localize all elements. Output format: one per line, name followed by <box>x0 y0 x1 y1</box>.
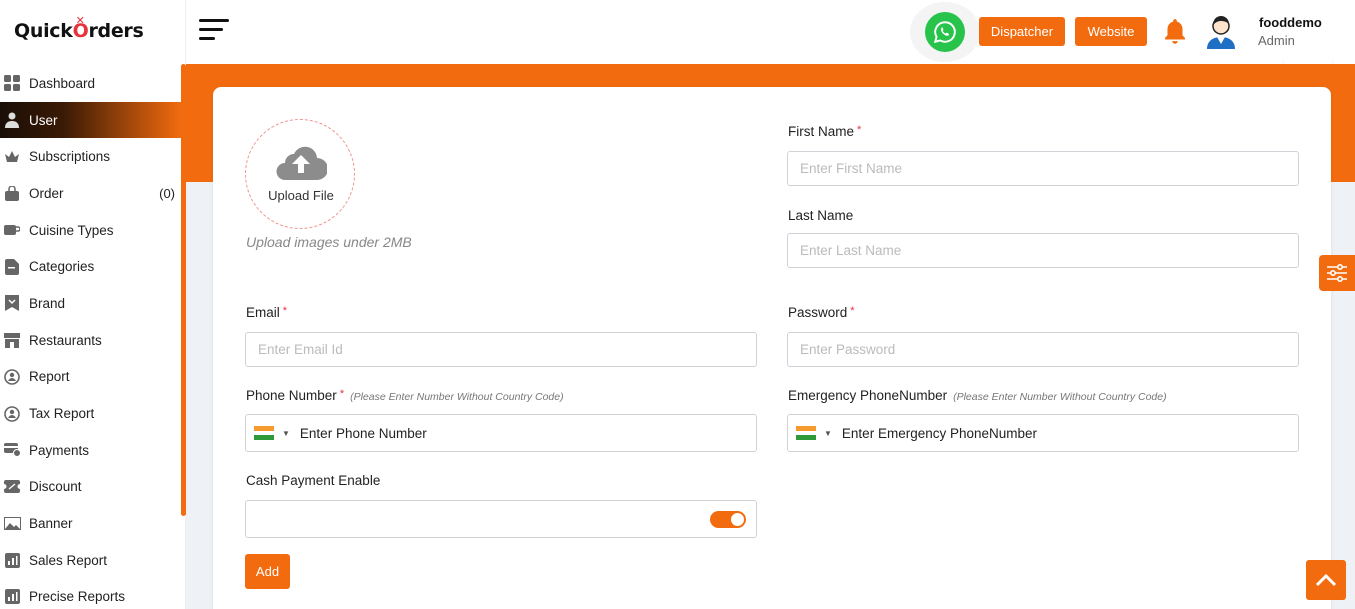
first-name-input[interactable]: Enter First Name <box>787 151 1299 186</box>
emergency-phone-input[interactable]: ▼ Enter Emergency PhoneNumber <box>787 414 1299 452</box>
sidebar-item-precise-reports[interactable]: Precise Reports <box>0 579 181 609</box>
sidebar-item-dashboard[interactable]: Dashboard <box>0 65 181 102</box>
phone-label: Phone Number * (Please Enter Number Withou… <box>246 388 564 403</box>
sales-report-icon <box>3 551 21 569</box>
bag-icon <box>3 184 21 202</box>
settings-sliders-icon[interactable] <box>1319 255 1355 291</box>
sidebar-item-subscriptions[interactable]: Subscriptions <box>0 138 181 175</box>
user-icon <box>3 111 21 129</box>
website-button[interactable]: Website <box>1075 17 1147 46</box>
sidebar-item-report[interactable]: Report <box>0 359 181 396</box>
emergency-phone-label: Emergency PhoneNumber (Please Enter Numbe… <box>788 388 1167 403</box>
emergency-phone-placeholder: Enter Emergency PhoneNumber <box>841 425 1038 441</box>
chevron-down-icon[interactable]: ▼ <box>282 429 290 438</box>
dispatcher-button[interactable]: Dispatcher <box>979 17 1065 46</box>
sidebar-item-order[interactable]: Order (0) <box>0 175 181 212</box>
cash-payment-label: Cash Payment Enable <box>246 473 381 488</box>
sidebar-nav: Dashboard User Subscriptions Order (0) Cuisin… <box>0 65 181 609</box>
sidebar-item-label: Dashboard <box>29 75 96 91</box>
sidebar-item-user[interactable]: User <box>0 101 181 139</box>
add-button[interactable]: Add <box>245 554 290 589</box>
upload-hint: Upload images under 2MB <box>246 234 412 250</box>
discount-icon <box>3 478 21 496</box>
store-icon <box>3 331 21 349</box>
phone-input[interactable]: ▼ Enter Phone Number <box>245 414 757 452</box>
sidebar-item-label: Discount <box>29 479 82 495</box>
top-header: Dispatcher Website fooddemo Admin <box>186 0 1355 67</box>
password-input[interactable]: Enter Password <box>787 332 1299 367</box>
precise-reports-icon <box>3 588 21 606</box>
sidebar-item-label: Sales Report <box>29 552 108 568</box>
user-role: Admin <box>1258 33 1295 48</box>
sidebar-item-label: User <box>29 112 58 128</box>
sidebar: QuickO ✕ rders Dashboard User Subscriptions O… <box>0 0 186 609</box>
report-icon <box>3 368 21 386</box>
first-name-label: First Name * <box>788 124 862 139</box>
sidebar-item-payments[interactable]: Payments <box>0 432 181 469</box>
whatsapp-icon[interactable] <box>925 12 965 52</box>
cash-payment-field <box>245 500 757 538</box>
categories-icon <box>3 258 21 276</box>
whatsapp-button-wrap <box>910 2 980 62</box>
india-flag-icon[interactable] <box>796 426 816 441</box>
india-flag-icon[interactable] <box>254 426 274 441</box>
sidebar-item-label: Categories <box>29 259 95 275</box>
brand-logo[interactable]: QuickO ✕ rders <box>14 14 144 42</box>
sidebar-item-label: Report <box>29 369 70 385</box>
order-count-badge: (0) <box>159 185 175 201</box>
upload-file-button[interactable]: Upload File <box>245 119 355 229</box>
cash-payment-toggle[interactable] <box>710 511 746 528</box>
sidebar-item-brand[interactable]: Brand <box>0 285 181 322</box>
scroll-to-top-button[interactable] <box>1306 560 1346 600</box>
sidebar-item-sales-report[interactable]: Sales Report <box>0 542 181 579</box>
last-name-label: Last Name <box>788 208 854 223</box>
sidebar-item-label: Tax Report <box>29 406 95 422</box>
last-name-input[interactable]: Enter Last Name <box>787 233 1299 268</box>
sidebar-item-label: Order <box>29 185 64 201</box>
brand-icon <box>3 294 21 312</box>
sidebar-item-restaurants[interactable]: Restaurants <box>0 322 181 359</box>
menu-toggle-button[interactable] <box>199 19 229 43</box>
sidebar-item-banner[interactable]: Banner <box>0 505 181 542</box>
sidebar-item-label: Restaurants <box>29 332 102 348</box>
cup-icon <box>3 221 21 239</box>
sidebar-item-cuisine-types[interactable]: Cuisine Types <box>0 212 181 249</box>
sidebar-item-label: Precise Reports <box>29 589 126 605</box>
add-user-form-card: Upload File Upload images under 2MB Firs… <box>213 87 1331 609</box>
password-label: Password * <box>788 305 855 320</box>
user-name: fooddemo <box>1259 15 1322 30</box>
sidebar-item-label: Banner <box>29 516 73 532</box>
email-label: Email * <box>246 305 288 320</box>
crown-icon <box>3 148 21 166</box>
upload-label: Upload File <box>268 188 334 203</box>
sidebar-item-label: Cuisine Types <box>29 222 114 238</box>
sidebar-item-label: Payments <box>29 442 90 458</box>
cloud-upload-icon <box>276 146 327 180</box>
sidebar-item-label: Brand <box>29 295 66 311</box>
fork-icon: ✕ <box>75 14 85 27</box>
sidebar-item-label: Subscriptions <box>29 149 111 165</box>
sidebar-item-tax-report[interactable]: Tax Report <box>0 395 181 432</box>
dashboard-icon <box>3 74 21 92</box>
bell-icon[interactable] <box>1162 17 1188 47</box>
payments-icon <box>3 441 21 459</box>
phone-placeholder: Enter Phone Number <box>299 425 427 441</box>
avatar[interactable] <box>1203 12 1239 50</box>
sidebar-item-discount[interactable]: Discount <box>0 469 181 506</box>
chevron-down-icon[interactable]: ▼ <box>824 429 832 438</box>
tax-report-icon <box>3 405 21 423</box>
sidebar-item-categories[interactable]: Categories <box>0 248 181 285</box>
chevron-up-icon <box>1315 573 1337 587</box>
banner-icon <box>3 515 21 533</box>
email-input[interactable]: Enter Email Id <box>245 332 757 367</box>
